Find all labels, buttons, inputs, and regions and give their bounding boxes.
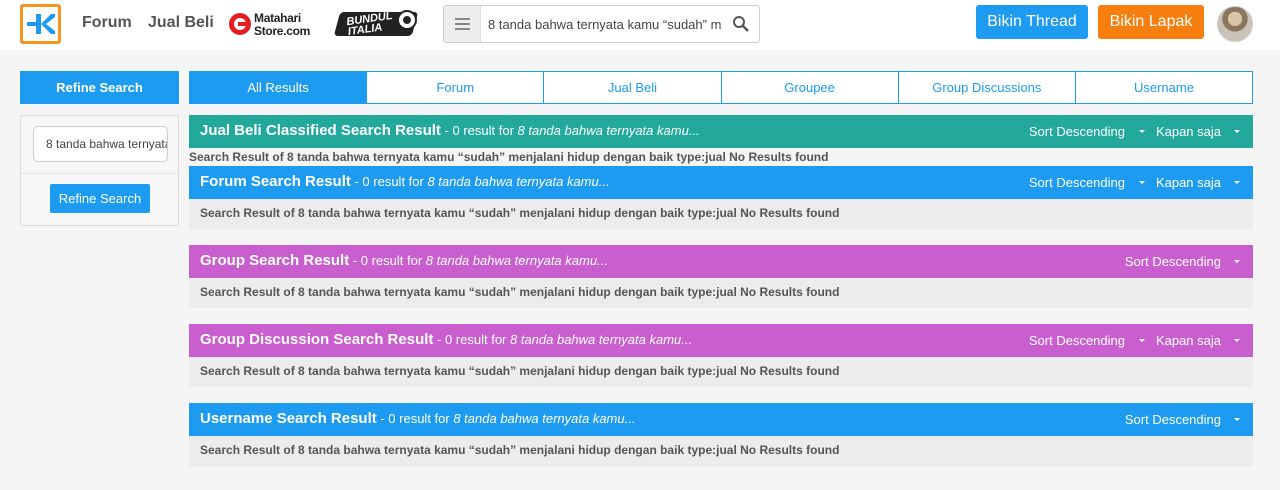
divider <box>21 173 178 174</box>
tab-all-results[interactable]: All Results <box>190 72 367 103</box>
bundul-italia-logo[interactable]: BUNDUL ITALIA <box>333 6 419 42</box>
forum-sort-dropdown[interactable]: Sort Descending <box>1029 175 1125 190</box>
tab-forum[interactable]: Forum <box>366 72 543 103</box>
refine-search-button[interactable]: Refine Search <box>50 184 150 213</box>
search-input[interactable]: 8 tanda bahwa ternyata kamu “sudah” menj… <box>488 17 722 32</box>
result-tabs: All Results Forum Jual Beli Groupee Grou… <box>189 71 1253 104</box>
refine-search-title: Refine Search <box>20 71 179 104</box>
group-sort-dropdown[interactable]: Sort Descending <box>1125 254 1221 269</box>
tab-jual-beli[interactable]: Jual Beli <box>543 72 720 103</box>
user-avatar[interactable] <box>1217 6 1253 42</box>
forum-result-query: 8 tanda bahwa ternyata kamu... <box>427 174 610 189</box>
jualbeli-sort-dropdown[interactable]: Sort Descending <box>1029 124 1125 139</box>
groupdisc-result-header: Group Discussion Search Result - 0 resul… <box>189 324 1253 357</box>
soccer-ball-icon <box>397 10 417 30</box>
tab-groupee[interactable]: Groupee <box>720 72 898 103</box>
refine-search-input[interactable]: 8 tanda bahwa ternyata kamu <box>33 126 168 162</box>
jualbeli-result-header: Jual Beli Classified Search Result - 0 r… <box>189 115 1253 148</box>
nav-jualbeli-link[interactable]: Jual Beli <box>148 14 214 32</box>
chevron-down-icon[interactable] <box>1139 130 1145 133</box>
chevron-down-icon[interactable] <box>1234 260 1240 263</box>
jualbeli-result-message: Search Result of 8 tanda bahwa ternyata … <box>189 150 829 164</box>
chevron-down-icon[interactable] <box>1139 181 1145 184</box>
tab-username[interactable]: Username <box>1074 72 1252 103</box>
group-result-title: Group Search Result <box>200 252 350 269</box>
groupdisc-result-message: Search Result of 8 tanda bahwa ternyata … <box>189 357 1253 387</box>
groupdisc-sort-dropdown[interactable]: Sort Descending <box>1029 333 1125 348</box>
nav-forum-link[interactable]: Forum <box>82 14 132 32</box>
username-result-count: - 0 result for <box>376 411 454 426</box>
search-icon[interactable] <box>732 15 750 33</box>
group-result-query: 8 tanda bahwa ternyata kamu... <box>425 253 608 268</box>
forum-result-message: Search Result of 8 tanda bahwa ternyata … <box>189 199 1253 229</box>
matahari-icon <box>229 13 251 35</box>
username-result-title: Username Search Result <box>200 410 377 427</box>
username-result-message: Search Result of 8 tanda bahwa ternyata … <box>189 436 1253 466</box>
kaskus-logo[interactable] <box>20 4 61 44</box>
username-result-header: Username Search Result - 0 result for 8 … <box>189 403 1253 436</box>
jualbeli-result-count: - 0 result for <box>440 123 518 138</box>
jualbeli-result-query: 8 tanda bahwa ternyata kamu... <box>517 123 700 138</box>
group-result-count: - 0 result for <box>349 253 426 268</box>
forum-result-title: Forum Search Result <box>200 173 351 190</box>
chevron-down-icon[interactable] <box>1234 418 1240 421</box>
jualbeli-result-title: Jual Beli Classified Search Result <box>200 122 441 139</box>
matahari-logo-text-1: Matahari <box>254 11 301 25</box>
matahari-store-logo[interactable]: Matahari Store.com <box>229 10 319 40</box>
groupdisc-result-query: 8 tanda bahwa ternyata kamu... <box>509 332 693 347</box>
chevron-down-icon[interactable] <box>1234 130 1240 133</box>
forum-time-dropdown[interactable]: Kapan saja <box>1156 175 1221 190</box>
refine-search-panel: 8 tanda bahwa ternyata kamu Refine Searc… <box>20 115 179 226</box>
header-search-box[interactable]: 8 tanda bahwa ternyata kamu “sudah” menj… <box>443 5 760 43</box>
matahari-logo-text-2: Store.com <box>254 24 310 38</box>
jualbeli-time-dropdown[interactable]: Kapan saja <box>1156 124 1221 139</box>
kaskus-k-icon <box>27 14 55 34</box>
chevron-down-icon[interactable] <box>1234 181 1240 184</box>
groupdisc-result-title: Group Discussion Search Result <box>200 331 434 348</box>
username-result-query: 8 tanda bahwa ternyata kamu... <box>453 411 636 426</box>
groupdisc-result-count: - 0 result for <box>433 332 510 347</box>
username-sort-dropdown[interactable]: Sort Descending <box>1125 412 1221 427</box>
group-result-header: Group Search Result - 0 result for 8 tan… <box>189 245 1253 278</box>
tab-group-discussions[interactable]: Group Discussions <box>897 72 1075 103</box>
groupdisc-time-dropdown[interactable]: Kapan saja <box>1156 333 1221 348</box>
hamburger-menu-icon[interactable] <box>444 6 481 42</box>
top-header: Forum Jual Beli Matahari Store.com BUNDU… <box>0 0 1280 50</box>
forum-result-header: Forum Search Result - 0 result for 8 tan… <box>189 166 1253 199</box>
create-thread-button[interactable]: Bikin Thread <box>976 5 1088 39</box>
chevron-down-icon[interactable] <box>1234 339 1240 342</box>
create-lapak-button[interactable]: Bikin Lapak <box>1098 5 1204 39</box>
forum-result-count: - 0 result for <box>350 174 428 189</box>
chevron-down-icon[interactable] <box>1139 339 1145 342</box>
group-result-message: Search Result of 8 tanda bahwa ternyata … <box>189 278 1253 308</box>
